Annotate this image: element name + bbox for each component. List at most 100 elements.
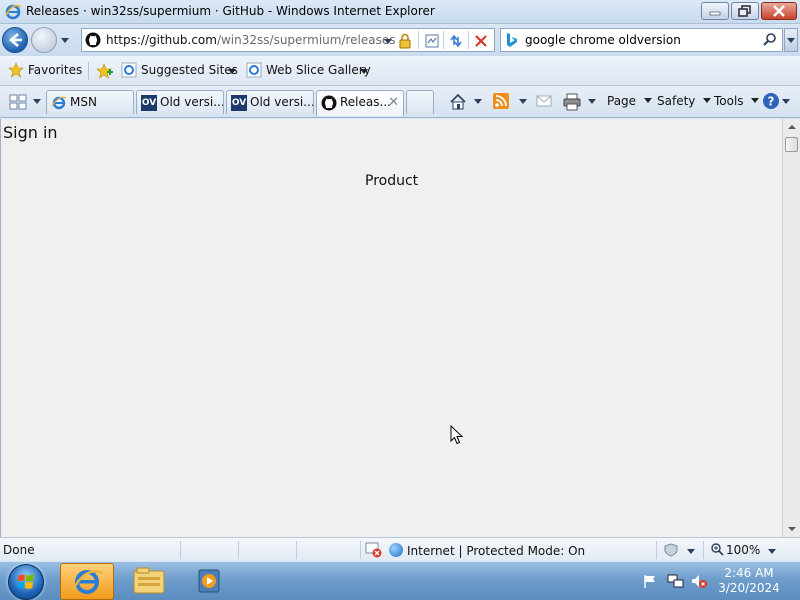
suggested-sites-button[interactable]: Suggested Sites <box>121 62 238 80</box>
status-separator <box>296 541 297 559</box>
network-icon[interactable] <box>666 572 684 590</box>
chevron-down-icon <box>787 38 795 43</box>
restore-button[interactable] <box>731 2 759 20</box>
svg-text:?: ? <box>768 95 775 109</box>
vertical-scrollbar[interactable] <box>782 119 800 537</box>
refresh-icon[interactable] <box>447 32 465 50</box>
scroll-thumb[interactable] <box>785 137 798 152</box>
search-box[interactable] <box>500 28 783 52</box>
github-icon <box>85 32 101 48</box>
feed-dropdown-icon[interactable] <box>518 97 528 105</box>
taskbar-media-player[interactable] <box>183 563 237 600</box>
bing-icon <box>507 33 517 47</box>
scroll-up-icon[interactable] <box>788 125 796 129</box>
folder-icon <box>133 567 165 594</box>
tab-bar: MSN OV Old versi... OV Old versi... Rele… <box>0 86 800 118</box>
address-dropdown-icon[interactable] <box>379 32 397 50</box>
safety-menu[interactable]: Safety <box>657 94 712 112</box>
web-slice-gallery-button[interactable]: Web Slice Gallery <box>246 62 371 80</box>
minimize-button[interactable] <box>701 2 729 20</box>
restore-icon <box>738 5 751 17</box>
status-separator <box>180 541 181 559</box>
help-icon[interactable]: ? <box>762 92 780 110</box>
quick-tabs-icon[interactable] <box>8 93 28 111</box>
page-menu[interactable]: Page <box>607 94 652 112</box>
favorites-label: Favorites <box>28 63 83 77</box>
zone-dropdown-icon[interactable] <box>686 547 696 555</box>
zoom-icon <box>711 543 724 556</box>
url-text[interactable]: https://github.com/win32ss/supermium/rel… <box>106 33 396 47</box>
ie-logo-icon <box>5 4 22 20</box>
security-zone[interactable]: Internet | Protected Mode: On <box>389 543 585 558</box>
read-mail-icon[interactable] <box>536 94 552 108</box>
suggested-sites-label: Suggested Sites <box>141 63 238 77</box>
favorites-bar: Favorites Suggested Sites Web Slice Gall… <box>0 56 800 86</box>
search-input[interactable] <box>525 32 755 48</box>
help-dropdown-icon[interactable] <box>781 97 791 105</box>
rss-feed-icon[interactable] <box>493 93 509 109</box>
url-host: https://github.com <box>106 33 217 47</box>
add-to-favorites-icon[interactable] <box>96 63 114 79</box>
tab-releases[interactable]: Releas... ✕ <box>316 90 404 116</box>
chevron-down-icon <box>228 69 236 74</box>
ov-icon: OV <box>141 95 157 111</box>
print-icon[interactable] <box>562 92 582 112</box>
address-separator <box>468 31 469 49</box>
address-separator <box>418 31 419 49</box>
back-button[interactable] <box>2 27 28 53</box>
taskbar-internet-explorer[interactable] <box>60 563 114 600</box>
forward-button[interactable] <box>31 27 57 53</box>
popup-blocked-icon[interactable] <box>365 542 383 558</box>
safety-menu-label: Safety <box>657 94 696 108</box>
scroll-down-icon[interactable] <box>788 527 796 531</box>
action-center-flag-icon[interactable] <box>642 573 658 589</box>
tools-menu[interactable]: Tools <box>714 94 760 112</box>
favorites-button[interactable]: Favorites <box>8 62 82 80</box>
page-content: Sign in Product <box>0 119 782 537</box>
protected-mode-icon[interactable] <box>662 542 682 558</box>
volume-muted-icon[interactable] <box>690 572 708 590</box>
new-tab-button[interactable] <box>406 90 434 114</box>
clock[interactable]: 2:46 AM 3/20/2024 <box>714 566 784 596</box>
home-dropdown-icon[interactable] <box>473 97 483 105</box>
star-icon <box>8 62 24 78</box>
address-bar[interactable]: https://github.com/win32ss/supermium/rel… <box>81 28 495 52</box>
tab-list-dropdown-icon[interactable] <box>32 97 42 105</box>
taskbar-windows-explorer[interactable] <box>123 563 177 600</box>
product-menu[interactable]: Product <box>365 173 418 189</box>
status-separator <box>703 541 704 559</box>
github-icon <box>321 95 337 111</box>
ie-icon <box>51 96 67 110</box>
clock-date: 3/20/2024 <box>718 581 780 595</box>
windows-logo-icon <box>17 574 34 589</box>
start-button[interactable] <box>8 564 44 600</box>
address-separator <box>443 31 444 49</box>
search-options-button[interactable] <box>784 28 798 52</box>
tab-old-versions-1[interactable]: OV Old versi... <box>136 90 224 114</box>
search-icon[interactable] <box>762 32 778 48</box>
favorites-separator <box>88 62 89 80</box>
home-icon[interactable] <box>448 92 468 112</box>
navigation-bar: https://github.com/win32ss/supermium/rel… <box>0 24 800 56</box>
zoom-dropdown-icon[interactable] <box>767 547 777 555</box>
clock-time: 2:46 AM <box>724 566 774 580</box>
url-path: /win32ss/supermium/releases <box>216 33 396 47</box>
taskbar: 2:46 AM 3/20/2024 <box>0 561 800 600</box>
recent-pages-dropdown-icon[interactable] <box>60 36 70 44</box>
stop-icon[interactable] <box>472 32 490 50</box>
tab-old-versions-2[interactable]: OV Old versi... <box>226 90 314 114</box>
close-icon <box>773 5 785 17</box>
lock-icon[interactable] <box>396 32 414 50</box>
window-title: Releases · win32ss/supermium · GitHub - … <box>26 4 435 18</box>
close-tab-icon[interactable]: ✕ <box>388 95 399 110</box>
tab-msn[interactable]: MSN <box>46 90 134 114</box>
sign-in-link[interactable]: Sign in <box>3 123 58 142</box>
zoom-level[interactable]: 100% <box>726 543 760 557</box>
status-separator <box>360 541 361 559</box>
page-menu-label: Page <box>607 94 637 108</box>
compatibility-view-icon[interactable] <box>423 32 441 50</box>
status-text: Done <box>3 543 35 557</box>
ie-page-icon <box>246 62 262 78</box>
close-button[interactable] <box>761 2 797 20</box>
print-dropdown-icon[interactable] <box>587 97 597 105</box>
